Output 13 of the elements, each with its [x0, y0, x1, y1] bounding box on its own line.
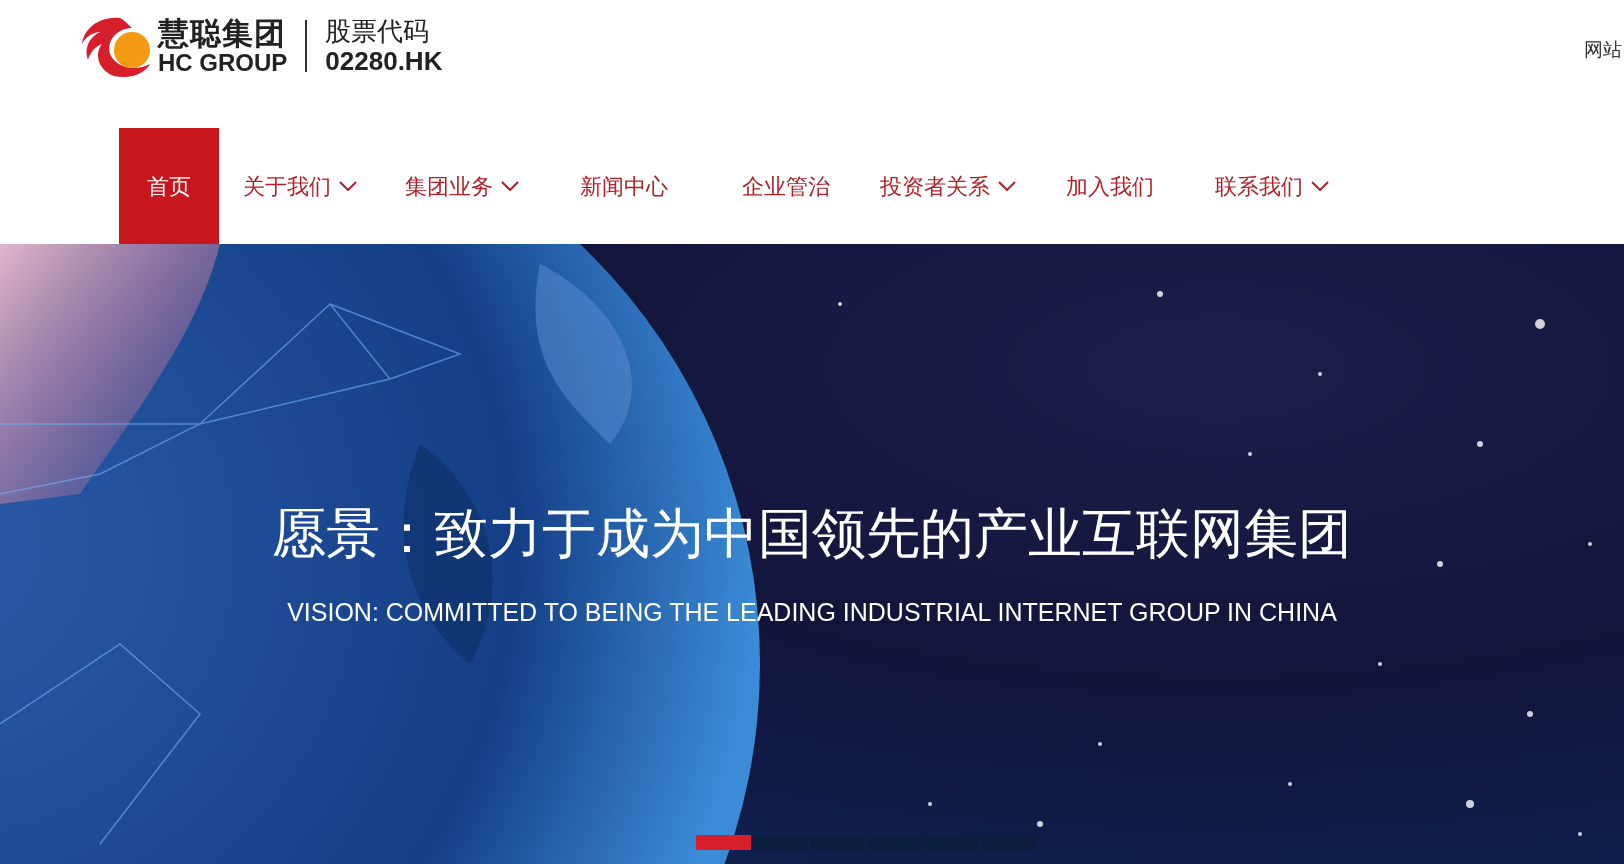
nav-item[interactable]: 企业管治: [705, 128, 867, 244]
nav-item[interactable]: 联系我们: [1191, 128, 1353, 244]
stock-code: 02280.HK: [325, 48, 443, 74]
nav-item[interactable]: 加入我们: [1029, 128, 1191, 244]
nav-item[interactable]: 集团业务: [381, 128, 543, 244]
nav-item[interactable]: 首页: [119, 128, 219, 244]
nav-item[interactable]: 关于我们: [219, 128, 381, 244]
logo-name: 慧聪集团: [158, 17, 287, 49]
top-link[interactable]: 网站: [1584, 36, 1622, 65]
logo-name: HC GROUP: [158, 50, 288, 75]
nav-item[interactable]: 新闻中心: [543, 128, 705, 244]
stock-label: 股票代码: [325, 18, 431, 44]
nav-item[interactable]: 投资者关系: [867, 128, 1029, 244]
